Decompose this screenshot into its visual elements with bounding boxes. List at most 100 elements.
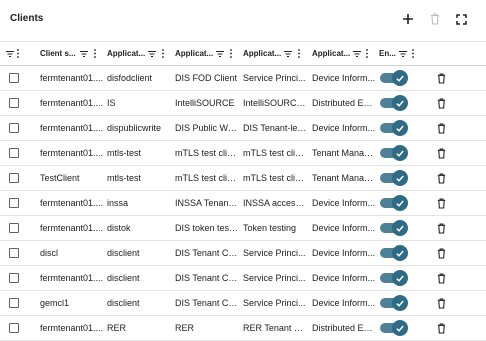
row-checkbox[interactable] (9, 98, 19, 108)
table-row[interactable]: fermtenant01.... distok DIS token tester… (0, 216, 486, 241)
column-header-application-name[interactable]: Applicat... (175, 42, 237, 65)
page-title: Clients (10, 13, 44, 24)
row-checkbox[interactable] (9, 123, 19, 133)
column-header-client-secret[interactable]: Client s... (40, 42, 102, 65)
row-checkbox[interactable] (9, 223, 19, 233)
table-header-row: Client s... Applicat... Applicat... Appl… (0, 41, 486, 66)
application-name-cell: DIS Tenant Cli... (175, 298, 239, 308)
row-checkbox[interactable] (9, 173, 19, 183)
column-header-application-id[interactable]: Applicat... (107, 42, 169, 65)
application-id-cell: RER (107, 323, 127, 333)
table-row[interactable]: fermtenant01.... inssa INSSA Tenant ... … (0, 191, 486, 216)
row-checkbox[interactable] (9, 298, 19, 308)
enabled-toggle[interactable] (380, 270, 408, 286)
application-name-cell: DIS Tenant Cli... (175, 248, 239, 258)
column-header-enabled[interactable]: En... (379, 42, 423, 65)
row-checkbox[interactable] (9, 73, 19, 83)
trash-icon (437, 97, 445, 109)
application-system-cell: Tenant Manag... (312, 148, 376, 158)
kebab-icon[interactable] (162, 49, 165, 58)
table-row[interactable]: fermtenant01.... IS IntelliSOURCE Intell… (0, 91, 486, 116)
enabled-toggle[interactable] (380, 120, 408, 136)
filter-icon[interactable] (353, 50, 362, 57)
clients-table: Client s... Applicat... Applicat... Appl… (0, 41, 486, 341)
check-icon (396, 125, 404, 132)
row-checkbox[interactable] (9, 148, 19, 158)
delete-row-button[interactable] (430, 291, 452, 315)
toggle-knob (392, 170, 408, 186)
enabled-toggle[interactable] (380, 70, 408, 86)
kebab-icon[interactable] (366, 49, 369, 58)
column-header-label: Applicat... (243, 49, 282, 58)
fullscreen-button[interactable] (452, 10, 470, 28)
trash-icon (437, 322, 445, 334)
trash-icon (437, 197, 445, 209)
enabled-toggle[interactable] (380, 145, 408, 161)
filter-icon[interactable] (79, 50, 88, 57)
table-row[interactable]: fermtenant01.... mtls-test mTLS test cli… (0, 141, 486, 166)
enabled-toggle[interactable] (380, 195, 408, 211)
client-secret-cell: fermtenant01.... (40, 148, 104, 158)
application-system-cell: Distributed En... (312, 323, 376, 333)
filter-icon[interactable] (284, 50, 293, 57)
application-system-cell: Distributed En... (312, 98, 376, 108)
table-row[interactable]: fermtenant01.... RER RER RER Tenant Cli.… (0, 316, 486, 341)
delete-row-button[interactable] (430, 141, 452, 165)
filter-icon[interactable] (148, 50, 157, 57)
check-icon (396, 150, 404, 157)
application-id-cell: inssa (107, 198, 129, 208)
delete-row-button[interactable] (430, 241, 452, 265)
delete-row-button[interactable] (430, 266, 452, 290)
table-row[interactable]: fermtenant01.... disfodclient DIS FOD Cl… (0, 66, 486, 91)
application-description-cell: Service Princi... (243, 73, 306, 83)
delete-row-button[interactable] (430, 166, 452, 190)
row-checkbox[interactable] (9, 323, 19, 333)
enabled-toggle[interactable] (380, 170, 408, 186)
kebab-icon[interactable] (230, 49, 233, 58)
table-row[interactable]: discl disclient DIS Tenant Cli... Servic… (0, 241, 486, 266)
application-description-cell: INSSA access ... (243, 198, 307, 208)
select-column-menu[interactable] (6, 42, 19, 65)
row-checkbox[interactable] (9, 273, 19, 283)
enabled-toggle[interactable] (380, 245, 408, 261)
delete-row-button[interactable] (430, 191, 452, 215)
kebab-icon[interactable] (298, 49, 301, 58)
add-button[interactable] (399, 10, 417, 28)
client-secret-cell: fermtenant01.... (40, 323, 104, 333)
application-name-cell: INSSA Tenant ... (175, 198, 239, 208)
table-row[interactable]: fermtenant01.... dispublicwrite DIS Publ… (0, 116, 486, 141)
application-name-cell: mTLS test clie... (175, 173, 239, 183)
application-description-cell: Token testing (243, 223, 297, 233)
kebab-icon[interactable] (93, 49, 96, 58)
enabled-toggle[interactable] (380, 295, 408, 311)
application-name-cell: mTLS test clie... (175, 148, 239, 158)
enabled-toggle[interactable] (380, 220, 408, 236)
delete-row-button[interactable] (430, 91, 452, 115)
delete-row-button[interactable] (430, 316, 452, 340)
filter-icon[interactable] (216, 50, 225, 57)
table-row[interactable]: fermtenant01.... disclient DIS Tenant Cl… (0, 266, 486, 291)
column-header-application-system[interactable]: Applicat... (312, 42, 376, 65)
application-id-cell: distok (107, 223, 131, 233)
trash-icon (437, 272, 445, 284)
delete-row-button[interactable] (430, 116, 452, 140)
row-checkbox[interactable] (9, 198, 19, 208)
application-description-cell: DIS Tenant-lev... (243, 123, 307, 133)
trash-icon (437, 72, 445, 84)
table-row[interactable]: TestClient mtls-test mTLS test clie... m… (0, 166, 486, 191)
column-header-label: Client s... (40, 49, 76, 58)
check-icon (396, 100, 404, 107)
enabled-toggle[interactable] (380, 95, 408, 111)
row-checkbox[interactable] (9, 248, 19, 258)
delete-button[interactable] (426, 10, 444, 28)
delete-row-button[interactable] (430, 216, 452, 240)
kebab-icon[interactable] (411, 49, 414, 58)
delete-row-button[interactable] (430, 66, 452, 90)
column-header-application-description[interactable]: Applicat... (243, 42, 307, 65)
enabled-toggle[interactable] (380, 320, 408, 336)
filter-icon[interactable] (398, 50, 407, 57)
table-row[interactable]: gemcl1 disclient DIS Tenant Cli... Servi… (0, 291, 486, 316)
application-id-cell: disfodclient (107, 73, 153, 83)
application-id-cell: disclient (107, 273, 140, 283)
application-id-cell: mtls-test (107, 148, 142, 158)
